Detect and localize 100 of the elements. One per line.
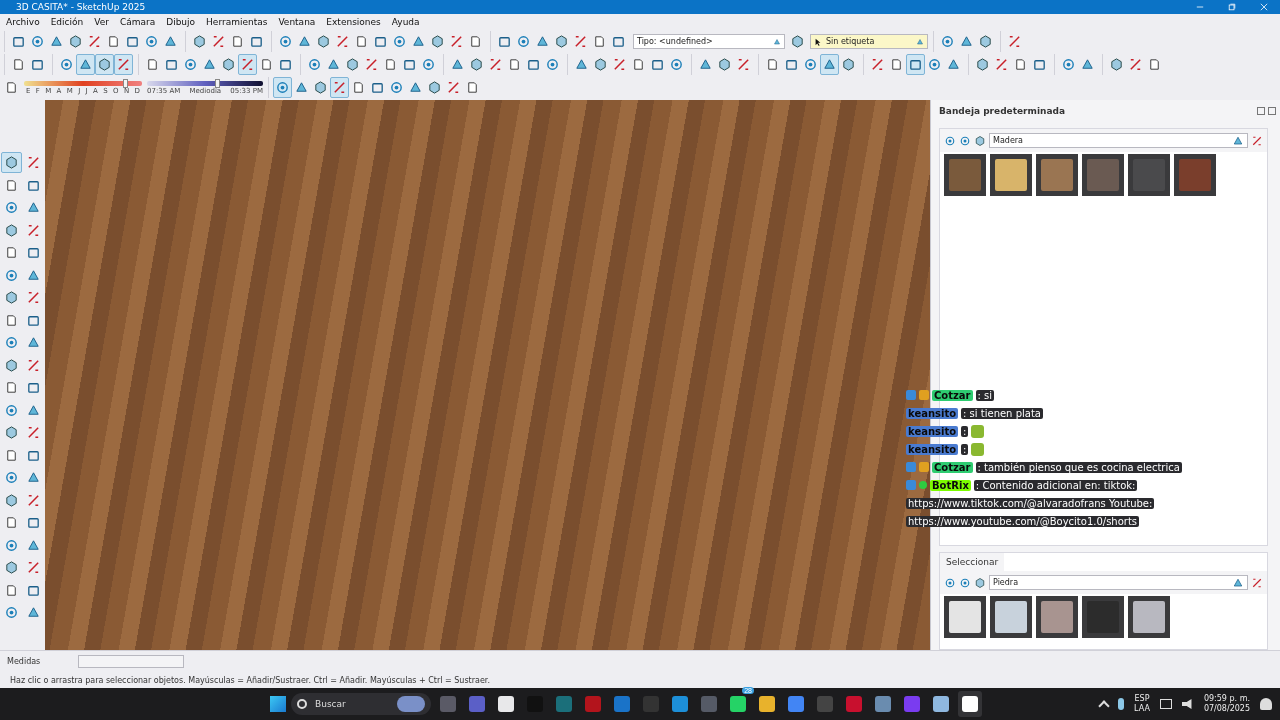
tool-icon xyxy=(4,267,19,283)
tool-icon xyxy=(326,57,341,72)
taskbar-app[interactable] xyxy=(958,691,982,717)
tool-button[interactable] xyxy=(273,77,292,98)
tool-icon xyxy=(26,470,41,485)
tool-button[interactable] xyxy=(1,152,22,173)
chat-message: : si xyxy=(975,389,995,401)
tool-icon xyxy=(870,57,885,72)
menu-item[interactable]: Ver xyxy=(94,17,109,27)
caret-icon xyxy=(1232,134,1244,147)
tool-button[interactable] xyxy=(820,54,839,75)
menu-item[interactable]: Dibujo xyxy=(166,17,196,27)
chat-link[interactable]: https://www.tiktok.com/@alvaradofrans Youtube: xyxy=(906,497,1155,509)
tool-icon xyxy=(259,57,274,72)
pointer-icon xyxy=(814,37,822,46)
tool-icon xyxy=(612,57,627,72)
tool-icon xyxy=(26,200,41,215)
tool-icon xyxy=(389,80,404,95)
tool-icon xyxy=(4,177,19,193)
tool-button[interactable] xyxy=(238,54,257,75)
menu-item[interactable]: Herramientas xyxy=(206,17,268,27)
tool-icon xyxy=(345,57,360,72)
slider-thumb[interactable] xyxy=(123,78,129,88)
tool-button[interactable] xyxy=(114,54,133,75)
tool-icon xyxy=(803,57,818,72)
section-tab[interactable]: Seleccionar xyxy=(940,553,1005,571)
tool-icon xyxy=(4,335,19,350)
speaker-icon[interactable] xyxy=(1181,699,1194,709)
clock-date: 07/08/2025 xyxy=(1203,704,1250,714)
month-slider[interactable] xyxy=(24,80,142,86)
slider-thumb[interactable] xyxy=(214,78,220,88)
tool-icon xyxy=(4,515,19,530)
tool-icon xyxy=(307,57,322,72)
type-dropdown[interactable]: Tipo: <undefined> xyxy=(633,34,785,49)
tool-icon xyxy=(446,80,461,95)
tool-icon xyxy=(516,34,531,49)
chat-link[interactable]: https://www.youtube.com/@Boycito1.0/shorts xyxy=(906,515,1140,527)
tool-icon xyxy=(427,80,442,95)
start-icon[interactable] xyxy=(270,696,286,712)
tool-icon xyxy=(784,57,799,72)
menu-item[interactable]: Ayuda xyxy=(391,17,420,27)
tool-icon xyxy=(4,447,19,463)
collection-dropdown[interactable]: Madera xyxy=(989,133,1248,148)
collection-dropdown[interactable]: Piedra xyxy=(989,575,1248,590)
tool-icon xyxy=(450,57,465,72)
measurements-field[interactable] xyxy=(78,655,185,668)
tool-icon xyxy=(1013,57,1028,72)
tool-icon xyxy=(221,57,236,72)
tool-button[interactable] xyxy=(76,54,95,75)
tool-icon xyxy=(26,402,41,418)
time-slider[interactable] xyxy=(147,80,263,86)
menu-item[interactable]: Extensiones xyxy=(326,17,381,27)
tool-icon xyxy=(430,34,445,49)
tool-icon xyxy=(408,80,423,95)
tool-icon xyxy=(465,80,480,95)
chat-message: : xyxy=(961,425,969,437)
tool-icon xyxy=(373,34,388,49)
tool-icon xyxy=(26,380,41,395)
tool-icon xyxy=(4,155,19,170)
tool-icon xyxy=(994,57,1009,72)
window-title: 3D CASITA* - SketchUp 2025 xyxy=(16,2,146,12)
tool-icon xyxy=(11,57,26,72)
tool-icon xyxy=(975,57,990,72)
clock[interactable]: 09:59 p. m. 07/08/2025 xyxy=(1203,694,1250,714)
tool-icon xyxy=(313,80,328,95)
language-indicator[interactable]: ESP LAA xyxy=(1134,694,1150,714)
search-field[interactable]: Buscar xyxy=(291,693,431,715)
tool-icon xyxy=(4,290,19,305)
tool-icon xyxy=(4,380,19,395)
tool-button[interactable] xyxy=(906,54,925,75)
tool-icon xyxy=(841,57,856,72)
menu-item[interactable]: Archivo xyxy=(6,17,40,27)
minimize-icon xyxy=(1196,3,1204,11)
tool-icon xyxy=(611,34,626,49)
tool-icon xyxy=(332,80,347,95)
tool-button[interactable] xyxy=(330,77,349,98)
chat-message: : si tienen plata xyxy=(961,407,1043,419)
search-highlight-image xyxy=(397,696,425,712)
tool-icon xyxy=(736,57,751,72)
tag-dropdown[interactable]: Sin etiqueta xyxy=(810,34,928,49)
microphone-icon[interactable] xyxy=(1118,698,1125,710)
tool-icon xyxy=(192,34,207,49)
tool-icon xyxy=(573,34,588,49)
tool-icon xyxy=(4,312,19,328)
restore-icon xyxy=(1228,3,1236,11)
tool-icon xyxy=(507,57,522,72)
menu-item[interactable]: Ventana xyxy=(278,17,316,27)
tool-icon xyxy=(449,34,464,49)
tool-icon xyxy=(4,605,19,620)
tool-button[interactable] xyxy=(95,54,114,75)
caret-icon xyxy=(773,37,781,46)
tool-icon xyxy=(202,57,217,72)
menu-item[interactable]: Edición xyxy=(50,17,84,27)
tool-icon xyxy=(106,34,121,49)
tool-icon xyxy=(26,357,41,373)
tool-icon xyxy=(4,560,19,575)
tool-icon xyxy=(294,80,309,95)
menu-item[interactable]: Cámara xyxy=(119,17,156,27)
tool-icon xyxy=(908,57,923,72)
layout-code: LAA xyxy=(1134,704,1150,714)
